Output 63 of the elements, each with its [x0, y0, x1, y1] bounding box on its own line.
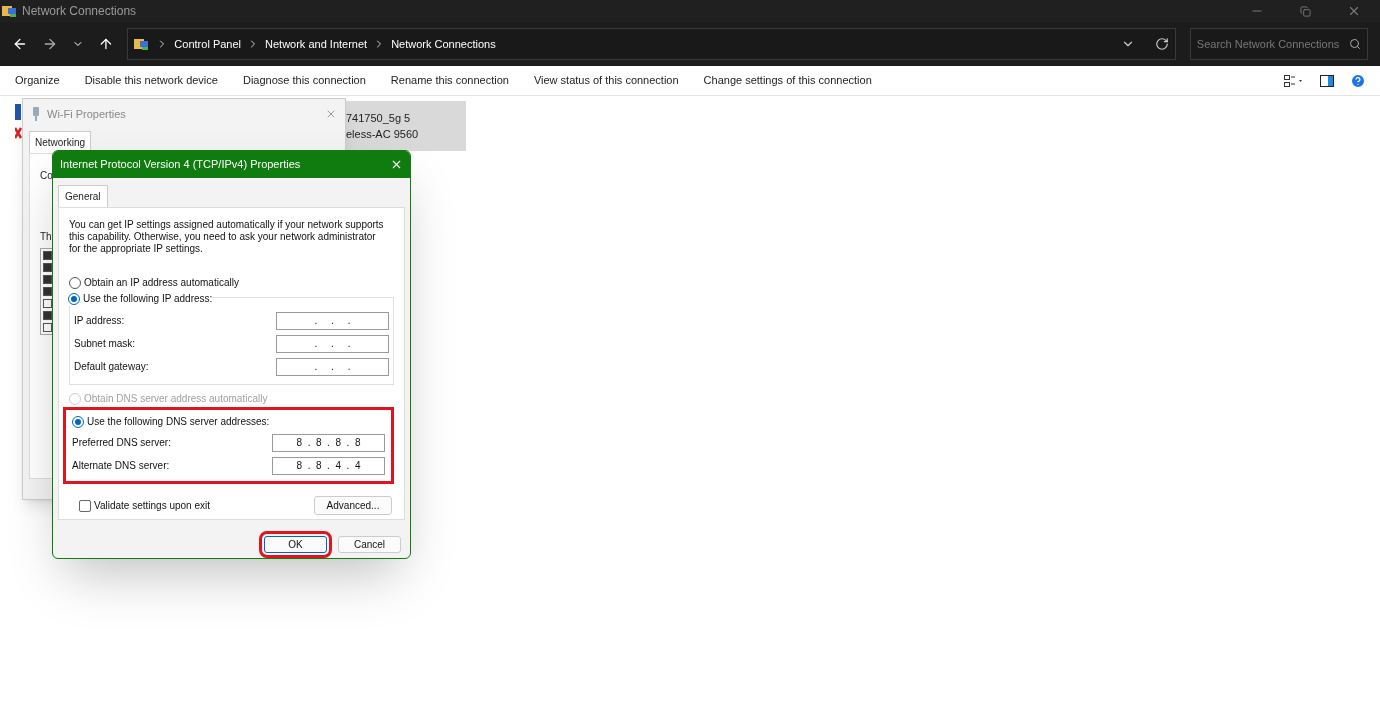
window-title: Network Connections [22, 3, 137, 20]
close-icon[interactable] [1347, 4, 1361, 18]
checkbox[interactable] [79, 499, 91, 512]
command-button[interactable]: Disable this network device [84, 72, 218, 89]
checkbox[interactable] [43, 299, 52, 308]
network-folder-icon [134, 37, 151, 51]
radio-label: Use the following IP address: [83, 292, 213, 307]
radio-button[interactable] [72, 415, 84, 428]
dialog-title: Internet Protocol Version 4 (TCP/IPv4) Properties [60, 157, 301, 173]
checkbox[interactable] [43, 311, 52, 320]
back-icon[interactable] [12, 36, 28, 52]
checkbox-label: Validate settings upon exit [94, 499, 210, 514]
section-label: Th [40, 230, 52, 244]
description-text: You can get IP settings assigned automatically if your network supports this capability. Otherwise, you need to ask your network administrator for the appropriate IP settings. [69, 219, 385, 256]
command-button[interactable]: Organize [15, 72, 60, 89]
checkbox[interactable] [43, 251, 52, 260]
breadcrumb[interactable]: Control Panel [174, 35, 241, 53]
field-label: IP address: [74, 314, 125, 329]
ip-field[interactable]: . . . [276, 357, 389, 376]
radio-label: Obtain an IP address automatically [84, 276, 239, 291]
checkbox[interactable] [43, 323, 52, 332]
radio-label: Use the following DNS server addresses: [87, 415, 270, 430]
connection-tile[interactable]: 741750_5g 5 eless-AC 9560 [346, 101, 466, 151]
preview-pane-icon[interactable] [1320, 74, 1334, 87]
ip-field[interactable]: . . . [276, 311, 389, 330]
dialog-title: Wi-Fi Properties [47, 106, 126, 122]
field-label: Subnet mask: [74, 337, 136, 352]
device-name: eless-AC 9560 [346, 127, 420, 142]
restore-icon[interactable] [1300, 5, 1311, 17]
field-label: Preferred DNS server: [72, 436, 171, 451]
address-bar[interactable]: Control Panel Network and Internet Network Connections [127, 28, 1176, 60]
search-icon [1349, 38, 1361, 50]
command-button[interactable]: Rename this connection [390, 72, 509, 89]
breadcrumb[interactable]: Network and Internet [265, 35, 368, 53]
field-label: Default gateway: [74, 360, 149, 375]
checkbox[interactable] [43, 275, 52, 284]
command-button[interactable]: Diagnose this connection [242, 72, 366, 89]
command-button[interactable]: Change settings of this connection [703, 72, 872, 89]
ip-field[interactable]: 8 . 8 . 8 . 8 [272, 433, 385, 452]
field-label: Alternate DNS server: [72, 459, 170, 474]
dialog-button[interactable]: Cancel [338, 536, 401, 553]
ip-field[interactable]: . . . [276, 334, 389, 353]
checkbox[interactable] [43, 287, 52, 296]
network-adapter-icon [31, 107, 41, 121]
radio-button[interactable] [68, 292, 80, 305]
dialog-tab[interactable]: Networking [29, 131, 92, 153]
connection-name: 741750_5g 5 [346, 110, 412, 126]
breadcrumb[interactable]: Network Connections [391, 35, 496, 53]
advanced-button[interactable]: Advanced... [314, 496, 392, 516]
help-icon[interactable] [1350, 72, 1366, 89]
network-folder-icon [2, 4, 18, 18]
section-label: Co [40, 169, 53, 183]
dialog-tab[interactable]: General [58, 185, 108, 208]
search-field[interactable]: Search Network Connections [1196, 35, 1349, 53]
radio-button[interactable] [69, 276, 81, 289]
close-icon[interactable] [325, 108, 337, 120]
radio-label: Obtain DNS server address automatically [84, 392, 268, 407]
checkbox[interactable] [43, 263, 52, 272]
command-button[interactable]: View status of this connection [533, 72, 679, 89]
view-options-icon[interactable] [1284, 74, 1304, 87]
search-box[interactable]: Search Network Connections [1189, 28, 1368, 60]
refresh-icon[interactable] [1154, 37, 1169, 51]
ip-field[interactable]: 8 . 8 . 4 . 4 [272, 456, 385, 475]
